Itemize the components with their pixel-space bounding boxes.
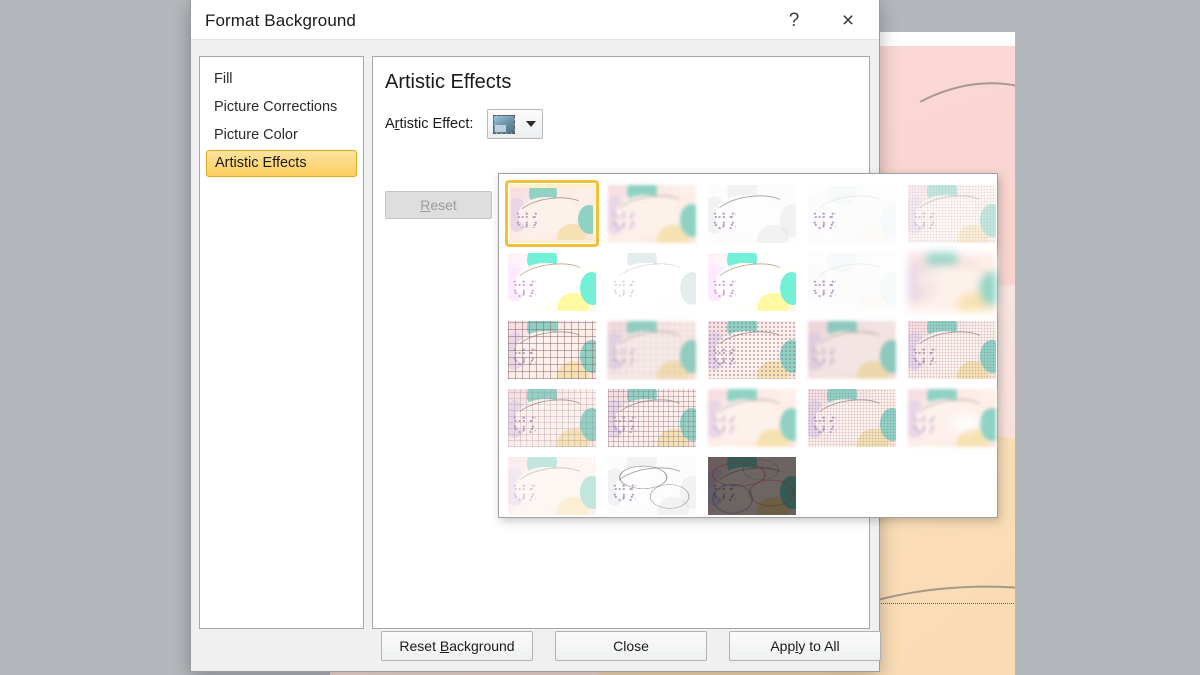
artistic-effect-row: Artistic Effect: — [385, 109, 543, 139]
thumbnail-preview — [808, 253, 896, 311]
thumbnail-preview — [508, 253, 596, 311]
artistic-effects-gallery — [498, 173, 998, 518]
thumbnail-preview — [708, 321, 796, 379]
category-item-picture-color[interactable]: Picture Color — [206, 122, 357, 149]
help-icon[interactable]: ? — [777, 8, 811, 34]
gallery-thumbnail[interactable] — [805, 316, 899, 383]
gallery-thumbnail[interactable] — [605, 452, 699, 519]
thumbnail-preview — [808, 185, 896, 243]
thumbnail-preview — [608, 457, 696, 515]
thumbnail-preview — [908, 185, 996, 243]
reset-background-button[interactable]: Reset Background — [381, 631, 533, 661]
gallery-thumbnail[interactable] — [505, 248, 599, 315]
gallery-thumbnail[interactable] — [705, 180, 799, 247]
thumbnail-preview — [908, 321, 996, 379]
thumbnail-preview — [608, 321, 696, 379]
gallery-thumbnail[interactable] — [605, 180, 699, 247]
thumbnail-preview — [508, 321, 596, 379]
thumbnail-preview — [708, 253, 796, 311]
reset-effect-button[interactable]: Reset — [385, 191, 492, 219]
dialog-title: Format Background — [205, 11, 356, 31]
gallery-thumbnail[interactable] — [505, 180, 599, 247]
category-list: FillPicture CorrectionsPicture ColorArti… — [199, 56, 364, 629]
apply-to-all-button[interactable]: Apply to All — [729, 631, 881, 661]
gallery-thumbnail[interactable] — [505, 316, 599, 383]
thumbnail-preview — [908, 253, 996, 311]
thumbnail-preview — [608, 389, 696, 447]
gallery-thumbnail[interactable] — [805, 180, 899, 247]
thumbnail-preview — [908, 389, 996, 447]
picture-effect-icon — [493, 115, 515, 134]
gallery-grid — [505, 180, 991, 519]
application-backdrop: Format Background ? × FillPicture Correc… — [0, 0, 1200, 675]
gallery-thumbnail[interactable] — [705, 316, 799, 383]
dialog-footer: Reset Background Close Apply to All — [191, 631, 881, 661]
artistic-effect-dropdown-button[interactable] — [487, 109, 543, 139]
chevron-down-icon — [526, 121, 536, 127]
gallery-thumbnail[interactable] — [905, 316, 999, 383]
gallery-thumbnail[interactable] — [805, 384, 899, 451]
category-item-fill[interactable]: Fill — [206, 66, 357, 93]
gallery-thumbnail[interactable] — [605, 384, 699, 451]
thumbnail-preview — [608, 253, 696, 311]
thumbnail-preview — [808, 321, 896, 379]
gallery-thumbnail[interactable] — [505, 384, 599, 451]
gallery-thumbnail[interactable] — [605, 316, 699, 383]
gallery-thumbnail[interactable] — [605, 248, 699, 315]
gallery-thumbnail[interactable] — [905, 248, 999, 315]
dialog-titlebar: Format Background ? × — [191, 0, 879, 40]
gallery-thumbnail[interactable] — [905, 180, 999, 247]
thumbnail-preview — [808, 389, 896, 447]
close-icon[interactable]: × — [831, 8, 865, 34]
gallery-thumbnail[interactable] — [805, 248, 899, 315]
thumbnail-preview — [708, 185, 796, 243]
gallery-thumbnail[interactable] — [705, 452, 799, 519]
dialog-body: FillPicture CorrectionsPicture ColorArti… — [191, 40, 879, 671]
thumbnail-preview — [708, 457, 796, 515]
page-title: Artistic Effects — [385, 71, 511, 94]
category-item-artistic-effects[interactable]: Artistic Effects — [206, 150, 357, 177]
format-background-dialog: Format Background ? × FillPicture Correc… — [190, 0, 880, 672]
gallery-thumbnail[interactable] — [705, 248, 799, 315]
thumbnail-preview — [508, 389, 596, 447]
gallery-thumbnail[interactable] — [905, 384, 999, 451]
gallery-thumbnail[interactable] — [705, 384, 799, 451]
category-item-picture-corrections[interactable]: Picture Corrections — [206, 94, 357, 121]
gallery-thumbnail[interactable] — [505, 452, 599, 519]
artistic-effect-label: Artistic Effect: — [385, 116, 473, 132]
close-dialog-button[interactable]: Close — [555, 631, 707, 661]
thumbnail-preview — [708, 389, 796, 447]
thumbnail-preview — [608, 185, 696, 243]
thumbnail-preview — [511, 188, 593, 240]
thumbnail-preview — [508, 457, 596, 515]
